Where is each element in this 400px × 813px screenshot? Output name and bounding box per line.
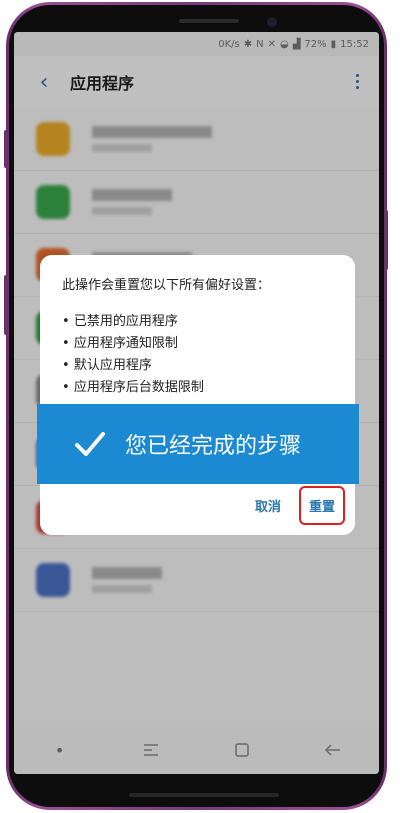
check-icon <box>75 432 105 456</box>
list-item: 应用程序通知限制 <box>62 333 333 355</box>
list-item: 默认应用程序 <box>62 355 333 377</box>
banner-text: 您已经完成的步骤 <box>125 434 302 459</box>
front-camera <box>267 17 277 27</box>
reset-button[interactable]: 重置 <box>298 486 346 525</box>
cancel-button[interactable]: 取消 <box>249 490 287 521</box>
list-item: 应用程序后台数据限制 <box>62 377 333 399</box>
reset-preferences-dialog: 此操作会重置您以下所有偏好设置： 已禁用的应用程序 应用程序通知限制 默认应用程… <box>40 255 355 535</box>
dialog-message: 此操作会重置您以下所有偏好设置： <box>62 278 271 293</box>
completion-banner: 您已经完成的步骤 <box>37 404 359 484</box>
volume-button <box>4 130 8 168</box>
list-item: 已禁用的应用程序 <box>62 311 333 333</box>
earpiece-speaker <box>179 19 239 23</box>
power-button <box>384 210 388 270</box>
dialog-actions: 取消 重置 <box>249 486 346 525</box>
dialog-list: 已禁用的应用程序 应用程序通知限制 默认应用程序 应用程序后台数据限制 <box>62 311 333 399</box>
bottom-bezel <box>129 793 279 797</box>
bixby-button <box>4 275 8 335</box>
